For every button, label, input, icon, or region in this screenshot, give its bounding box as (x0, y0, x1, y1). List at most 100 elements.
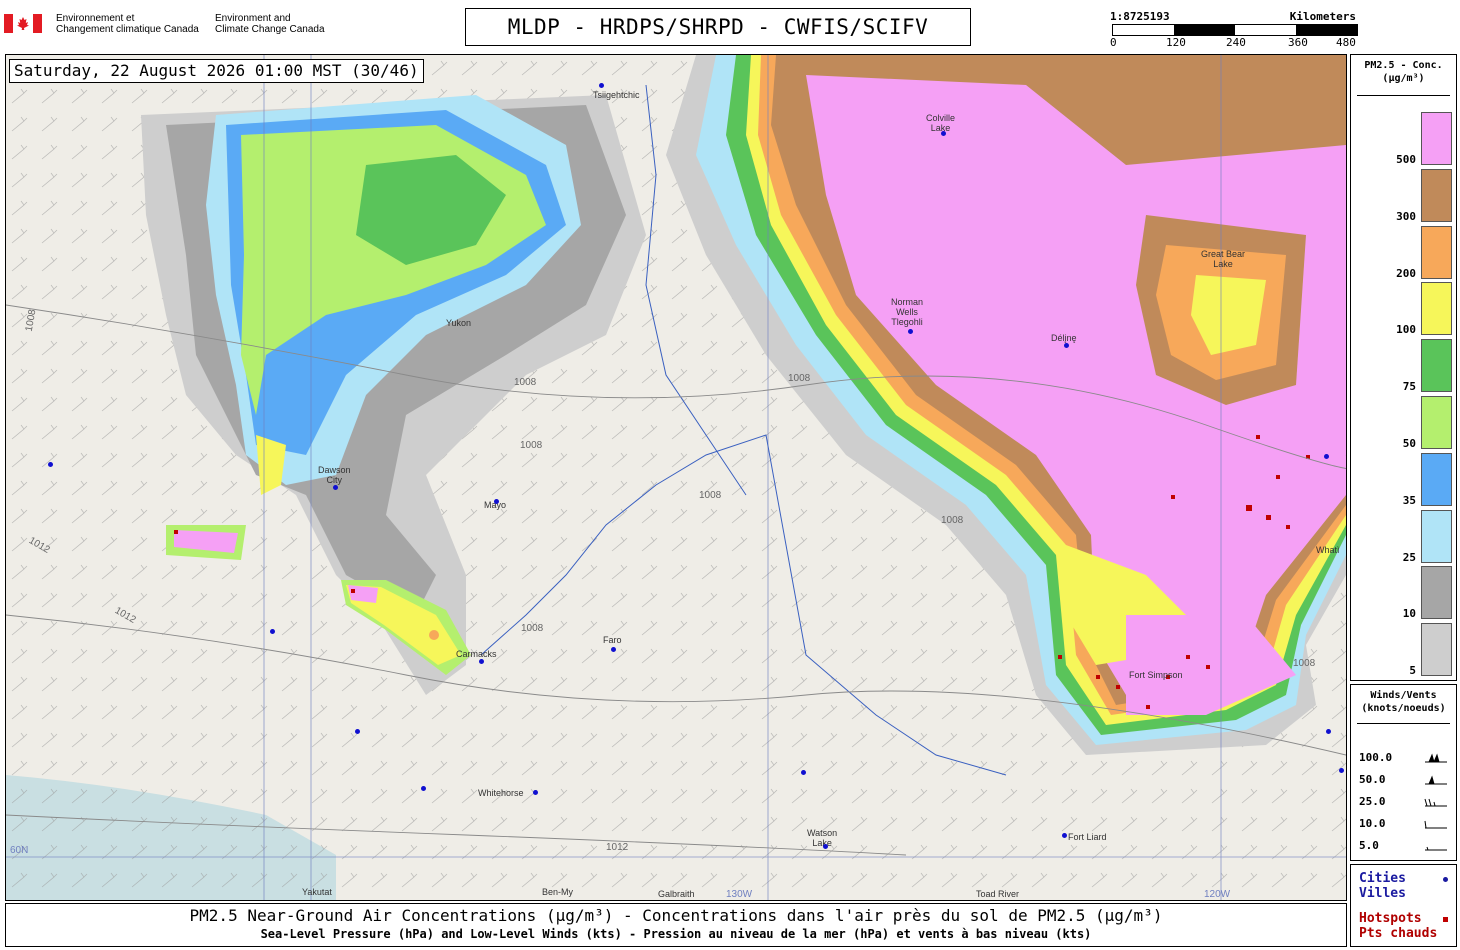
wind-legend-row: 50.0 (1359, 773, 1451, 787)
wind-legend-title: Winds/Vents (knots/noeuds) (1361, 690, 1446, 714)
cities-key-label: Cities Villes (1359, 871, 1406, 901)
isobar-label: 1008 (699, 490, 722, 501)
hotspot-square-icon (1443, 917, 1448, 922)
meridian-label: 130W (726, 889, 753, 900)
city-marker[interactable] (1339, 768, 1344, 773)
city-marker[interactable] (801, 770, 806, 775)
legend-swatch (1421, 112, 1452, 165)
caption-line-1: PM2.5 Near-Ground Air Concentrations (µg… (189, 906, 1163, 925)
isobar-label: 1008 (520, 440, 543, 451)
wind-speed-label: 10.0 (1359, 817, 1386, 830)
legend-title: PM2.5 - Conc. (µg/m³) (1364, 60, 1443, 84)
wind-barb-icon (1425, 753, 1447, 763)
wind-speed-label: 25.0 (1359, 795, 1386, 808)
scale-tick: 0 (1110, 36, 1117, 49)
place-label: Galbraith (658, 889, 695, 899)
city-marker[interactable] (479, 659, 484, 664)
place-label: Fort Simpson (1129, 670, 1183, 680)
wind-legend: Winds/Vents (knots/noeuds) 100.0 50.0 25… (1350, 684, 1457, 861)
isobar-label: 1008 (941, 515, 964, 526)
isobar-label: 1008 (514, 377, 537, 388)
wind-legend-row: 10.0 (1359, 817, 1451, 831)
place-label: Dawson City (318, 465, 351, 485)
timestamp-label: Saturday, 22 August 2026 01:00 MST (30/4… (9, 59, 424, 83)
legend-swatch (1421, 452, 1452, 506)
city-marker[interactable] (941, 131, 946, 136)
place-label: Yakutat (302, 887, 332, 897)
city-marker[interactable] (823, 844, 828, 849)
legend-divider (1357, 723, 1450, 724)
city-marker[interactable] (611, 647, 616, 652)
legend-swatch-label: 50 (1402, 437, 1416, 450)
legend-swatch-label: 500 (1396, 153, 1416, 166)
legend-swatch (1421, 168, 1452, 222)
scale-tick: 360 (1288, 36, 1308, 49)
wind-speed-label: 100.0 (1359, 751, 1393, 764)
scale-bar: 1:8725193 Kilometers 0 120 240 360 480 (1108, 10, 1358, 50)
legend-divider (1357, 95, 1450, 96)
legend-swatch (1421, 509, 1452, 563)
scale-tick: 240 (1226, 36, 1246, 49)
symbol-legend: Cities Villes Hotspots Pts chauds (1350, 864, 1457, 947)
legend-swatch (1421, 623, 1452, 677)
place-label: Great Bear Lake (1201, 249, 1246, 269)
city-marker[interactable] (1062, 833, 1067, 838)
legend-swatch (1421, 396, 1452, 449)
map-panel[interactable]: Tsiigehtchic Colville Lake Norman Wells … (5, 54, 1347, 901)
city-marker[interactable] (908, 329, 913, 334)
city-marker[interactable] (1326, 729, 1331, 734)
place-label: Délįnę (1051, 333, 1077, 343)
city-marker[interactable] (533, 790, 538, 795)
city-marker[interactable] (333, 485, 338, 490)
scale-tick: 480 (1336, 36, 1356, 49)
page-title: MLDP - HRDPS/SHRPD - CWFIS/SCIFV (465, 8, 971, 46)
legend-swatch (1421, 339, 1452, 393)
place-label: Colville Lake (926, 113, 956, 133)
legend-swatch (1421, 225, 1452, 279)
eccc-logo: Environnement et Changement climatique C… (4, 10, 334, 40)
pm25-legend: PM2.5 - Conc. (µg/m³) 500 300 200 100 75 50 35… (1350, 54, 1457, 681)
legend-swatch-label: 300 (1396, 209, 1416, 223)
isobar-label: 1008 (788, 373, 811, 384)
place-label: Whitehorse (478, 788, 524, 798)
wind-legend-row: 25.0 (1359, 795, 1451, 809)
place-label: Tsiigehtchic (593, 90, 640, 100)
city-marker[interactable] (494, 499, 499, 504)
map-caption: PM2.5 Near-Ground Air Concentrations (µg… (5, 903, 1347, 947)
isobar-label: 1008 (1293, 658, 1316, 669)
legend-swatch (1421, 282, 1452, 336)
place-label: Norman Wells Tlegohli (891, 297, 924, 327)
hotspots-key-label: Hotspots Pts chauds (1359, 911, 1438, 941)
place-label: Ben-My (542, 887, 574, 897)
scale-strip (1112, 24, 1358, 36)
wind-legend-row: 100.0 (1359, 751, 1451, 765)
legend-swatch-label: 200 (1396, 266, 1416, 280)
scale-units: Kilometers (1289, 10, 1356, 23)
gov-name-fr: Environnement et Changement climatique C… (56, 13, 199, 35)
place-label: Fort Liard (1068, 832, 1107, 842)
meridian-label: 120W (1204, 889, 1231, 900)
wind-barb-icon (1425, 846, 1447, 851)
scale-ratio: 1:8725193 (1110, 10, 1170, 23)
place-label: Carmacks (456, 649, 497, 659)
city-marker[interactable] (270, 629, 275, 634)
legend-swatch-label: 75 (1402, 380, 1416, 394)
city-marker[interactable] (421, 786, 426, 791)
city-marker[interactable] (599, 83, 604, 88)
place-label: Toad River (976, 889, 1020, 899)
scale-tick: 120 (1166, 36, 1186, 49)
wind-legend-row: 5.0 (1359, 839, 1451, 853)
city-marker[interactable] (48, 462, 53, 467)
city-marker[interactable] (1324, 454, 1329, 459)
isobar-label: 1008 (521, 623, 544, 634)
city-dot-icon (1443, 877, 1448, 882)
wind-barb-icon (1424, 820, 1447, 829)
city-marker[interactable] (1064, 343, 1069, 348)
legend-swatch (1421, 566, 1452, 620)
place-label: Faro (603, 635, 622, 645)
caption-line-2: Sea-Level Pressure (hPa) and Low-Level W… (260, 927, 1092, 941)
gov-name-en: Environment and Climate Change Canada (215, 13, 325, 35)
place-label: Yukon (446, 318, 472, 328)
city-marker[interactable] (355, 729, 360, 734)
place-label: Whatì (1316, 545, 1340, 555)
